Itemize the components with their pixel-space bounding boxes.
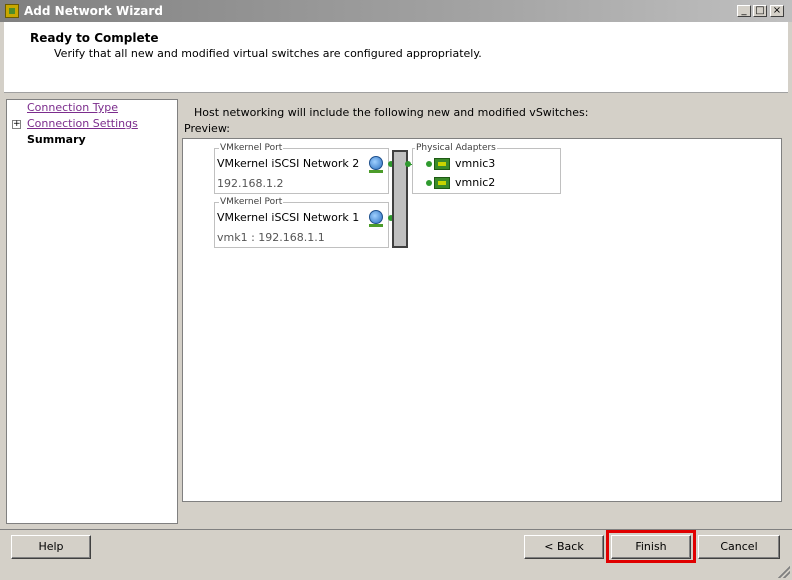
main-description: Host networking will include the followi… <box>194 106 589 119</box>
title-bar: Add Network Wizard _ □ × <box>0 0 792 22</box>
port-legend: VMkernel Port <box>219 143 284 153</box>
vmkernel-port-group[interactable]: VMkernel Port VMkernel iSCSI Network 1 v… <box>214 197 389 248</box>
cancel-button[interactable]: Cancel <box>698 535 780 559</box>
connector-dot <box>426 161 432 167</box>
network-base-icon <box>369 170 383 173</box>
vmkernel-port-group[interactable]: VMkernel Port VMkernel iSCSI Network 2 1… <box>214 143 389 194</box>
sidebar-item-connection-type[interactable]: Connection Type <box>27 101 118 114</box>
sidebar-item-summary: Summary <box>27 133 86 146</box>
close-button[interactable]: × <box>770 5 784 17</box>
finish-highlight-box <box>606 530 696 563</box>
app-icon <box>5 4 19 18</box>
port-ip: vmk1 : 192.168.1.1 <box>217 231 325 244</box>
port-name: VMkernel iSCSI Network 1 <box>217 211 360 224</box>
preview-label: Preview: <box>184 122 230 135</box>
port-ip: 192.168.1.2 <box>217 177 284 190</box>
maximize-button[interactable]: □ <box>753 5 767 17</box>
help-button[interactable]: Help <box>11 535 91 559</box>
wizard-header: Ready to Complete Verify that all new an… <box>4 22 788 93</box>
wizard-steps-sidebar: Connection Type + Connection Settings Su… <box>6 99 178 524</box>
minimize-button[interactable]: _ <box>737 5 751 17</box>
port-name: VMkernel iSCSI Network 2 <box>217 157 360 170</box>
network-globe-icon <box>369 210 383 224</box>
page-subtitle: Verify that all new and modified virtual… <box>54 47 482 60</box>
adapters-legend: Physical Adapters <box>415 143 497 153</box>
resize-grip-icon[interactable] <box>778 566 790 578</box>
adapter-name[interactable]: vmnic3 <box>455 157 495 170</box>
nic-icon <box>434 177 450 189</box>
window-title: Add Network Wizard <box>24 4 163 18</box>
connector-dot <box>426 180 432 186</box>
network-base-icon <box>369 224 383 227</box>
port-legend: VMkernel Port <box>219 197 284 207</box>
network-globe-icon <box>369 156 383 170</box>
sidebar-item-connection-settings[interactable]: Connection Settings <box>27 117 138 130</box>
adapter-name[interactable]: vmnic2 <box>455 176 495 189</box>
back-button[interactable]: < Back <box>524 535 604 559</box>
expand-icon[interactable]: + <box>12 120 21 129</box>
nic-icon <box>434 158 450 170</box>
page-title: Ready to Complete <box>30 31 159 45</box>
